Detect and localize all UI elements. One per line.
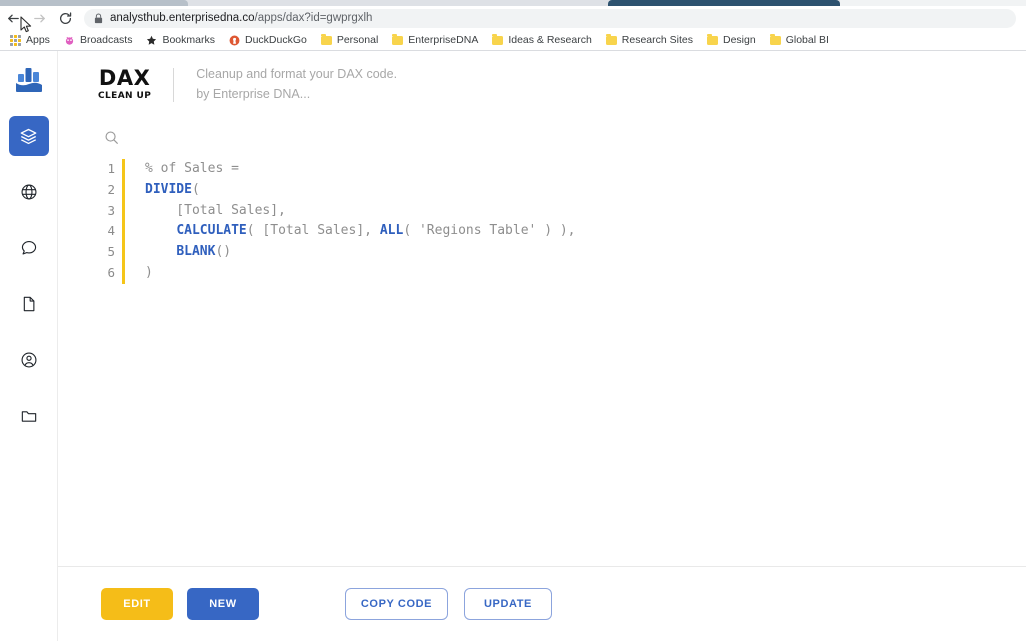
folder-icon — [392, 33, 404, 45]
folder-icon — [492, 33, 504, 45]
sidebar-item-layers[interactable] — [8, 116, 49, 156]
code-line-text: [Total Sales], — [145, 202, 286, 218]
apps-grid-icon — [10, 34, 21, 46]
logo-title: DAX — [98, 66, 151, 90]
tagline-line-2: by Enterprise DNA... — [196, 86, 311, 101]
sidebar-item-user[interactable] — [9, 340, 49, 380]
copy-code-button[interactable]: COPY CODE — [345, 588, 448, 620]
sidebar-item-folder[interactable] — [9, 396, 49, 436]
code-line-text: BLANK() — [176, 244, 232, 260]
code-line: 4 CALCULATE( [Total Sales], ALL( 'Region… — [98, 221, 1026, 243]
broadcast-icon — [64, 35, 75, 46]
bookmark-research-sites[interactable]: Research Sites — [605, 33, 693, 46]
bookmark-label: Global BI — [785, 34, 829, 46]
bookmark-label: Bookmarks — [162, 34, 215, 46]
bookmark-design[interactable]: Design — [707, 33, 756, 46]
browser-toolbar: analysthub.enterprisedna.co/apps/dax?id=… — [0, 6, 1026, 30]
sidebar-item-document[interactable] — [9, 284, 49, 324]
sidebar-item-globe[interactable] — [9, 172, 49, 212]
bookmark-global-bi[interactable]: Global BI — [769, 33, 829, 46]
bookmarks-bar: Apps Broadcasts Bookmarks DuckDuckGo Per… — [0, 30, 1026, 51]
bookmark-personal[interactable]: Personal — [320, 33, 379, 46]
reload-icon[interactable] — [52, 6, 78, 30]
code-line: 2 DIVIDE( — [98, 179, 1026, 201]
code-line: 3 [Total Sales], — [98, 200, 1026, 222]
bookmark-enterprisedna[interactable]: EnterpriseDNA — [392, 33, 479, 46]
page-body: DAX CLEAN UP Cleanup and format your DAX… — [0, 51, 1026, 641]
bookmark-label: EnterpriseDNA — [408, 34, 479, 46]
bookmark-apps[interactable]: Apps — [10, 34, 50, 46]
code-line: 5 BLANK() — [98, 242, 1026, 263]
line-number: 3 — [107, 202, 115, 218]
address-bar[interactable]: analysthub.enterprisedna.co/apps/dax?id=… — [84, 8, 1016, 28]
bookmark-label: Design — [723, 34, 756, 46]
folder-icon — [605, 33, 617, 45]
bookmark-label: Research Sites — [621, 34, 693, 46]
bookmark-label: Ideas & Research — [508, 34, 592, 46]
analytics-bars-logo[interactable] — [9, 60, 49, 100]
editor-search-row — [58, 118, 1026, 149]
code-line-text: CALCULATE( [Total Sales], ALL( 'Regions … — [176, 223, 576, 239]
code-line-text: ) — [145, 264, 153, 280]
code-line-text: DIVIDE( — [145, 181, 200, 197]
dax-cleanup-logo: DAX CLEAN UP — [98, 66, 152, 102]
edit-button[interactable]: EDIT — [101, 588, 173, 620]
folder-icon — [769, 33, 781, 45]
star-icon — [146, 35, 157, 46]
bookmark-ideas-research[interactable]: Ideas & Research — [492, 33, 592, 46]
duckduckgo-icon — [229, 35, 240, 46]
logo-subtitle: CLEAN UP — [98, 91, 152, 101]
line-number: 2 — [107, 181, 115, 197]
bookmark-broadcasts[interactable]: Broadcasts — [64, 34, 133, 46]
lock-icon — [94, 13, 103, 24]
code-line-text: % of Sales = — [145, 161, 239, 176]
folder-icon — [320, 33, 332, 45]
app-sidebar — [0, 51, 58, 641]
bookmark-label: Personal — [336, 34, 379, 46]
back-icon[interactable] — [0, 6, 26, 30]
code-line: 1 % of Sales = — [98, 159, 1026, 180]
app-header: DAX CLEAN UP Cleanup and format your DAX… — [58, 51, 1026, 118]
line-number: 5 — [107, 244, 115, 260]
code-block[interactable]: 1 % of Sales = 2 DIVIDE( 3 [Total Sales]… — [58, 149, 1026, 284]
folder-icon — [707, 33, 718, 45]
bookmark-label: Apps — [26, 34, 50, 46]
sidebar-item-chat[interactable] — [9, 228, 49, 268]
search-icon[interactable] — [104, 130, 119, 145]
bookmark-bookmarks[interactable]: Bookmarks — [146, 34, 215, 46]
line-number: 6 — [107, 264, 115, 280]
code-editor-panel[interactable]: 1 % of Sales = 2 DIVIDE( 3 [Total Sales]… — [58, 118, 1026, 566]
action-bar: EDIT NEW COPY CODE UPDATE — [58, 566, 1026, 641]
url-domain: analysthub.enterprisedna.co — [110, 12, 255, 24]
url-path: /apps/dax?id=gwprgxlh — [254, 12, 373, 24]
app-tagline: Cleanup and format your DAX code. by Ent… — [196, 65, 397, 104]
update-button[interactable]: UPDATE — [464, 588, 552, 620]
main-content: DAX CLEAN UP Cleanup and format your DAX… — [58, 51, 1026, 641]
header-divider — [173, 67, 175, 102]
bookmark-duckduckgo[interactable]: DuckDuckGo — [229, 34, 307, 46]
line-number: 4 — [107, 223, 115, 239]
bookmark-label: Broadcasts — [79, 34, 133, 46]
new-button[interactable]: NEW — [187, 588, 259, 620]
code-line: 6 ) — [98, 262, 1026, 284]
line-number: 1 — [107, 161, 115, 176]
tagline-line-1: Cleanup and format your DAX code. — [196, 67, 398, 82]
bookmark-label: DuckDuckGo — [244, 34, 307, 46]
forward-icon — [26, 6, 52, 30]
